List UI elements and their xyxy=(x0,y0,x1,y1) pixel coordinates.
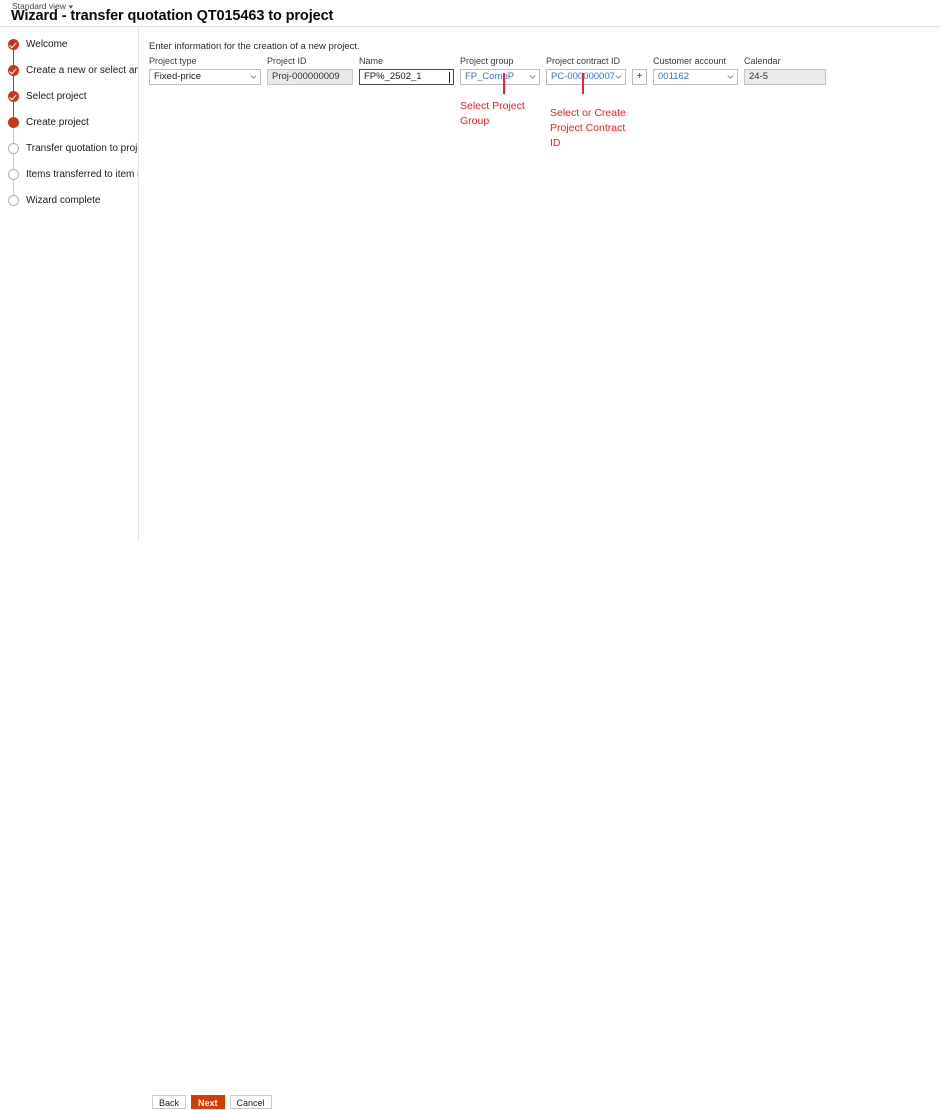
field-label-customer-account: Customer account xyxy=(653,56,727,66)
plus-icon[interactable]: + xyxy=(632,68,647,85)
form-fields-row: Project type Fixed-price Project ID Proj-00… xyxy=(149,56,832,85)
wizard-step-welcome[interactable]: Welcome xyxy=(0,38,138,65)
step-connector xyxy=(12,102,14,117)
step-marker xyxy=(0,38,26,65)
field-project-group: Project group FP_CompP xyxy=(460,56,540,85)
app-header: Standard view ▾ Wizard - transfer quotati… xyxy=(0,0,940,27)
annotation-project-contract: Select or Create Project Contract ID xyxy=(550,107,626,149)
wizard-step-select-project[interactable]: Select project xyxy=(0,90,138,117)
input-value-project-id: Proj-000000009 xyxy=(272,70,340,82)
step-connector xyxy=(12,154,14,169)
content-area: Welcome Create a new or select an exi... S… xyxy=(0,27,940,542)
input-calendar[interactable]: 24-5 xyxy=(744,68,826,85)
input-value-project-type: Fixed-price xyxy=(154,70,201,82)
cancel-button[interactable]: Cancel xyxy=(229,1095,272,1109)
step-pending-icon xyxy=(7,169,19,180)
annotation-pointer-project-group xyxy=(503,73,505,94)
field-project-name: Name FP%_2502_1 xyxy=(359,56,454,85)
step-marker xyxy=(0,168,26,195)
footer: Back Next Cancel xyxy=(0,542,940,1109)
step-marker xyxy=(0,194,26,206)
wizard-step-items-transferred-to-item-req[interactable]: Items transferred to item req... xyxy=(0,168,138,195)
step-label: Create a new or select an exi... xyxy=(26,65,138,76)
step-complete-icon xyxy=(7,65,19,76)
step-pending-icon xyxy=(7,143,19,154)
back-button[interactable]: Back xyxy=(152,1095,187,1109)
field-label-calendar: Calendar xyxy=(744,56,781,66)
form-pane: Enter information for the creation of a … xyxy=(139,27,940,542)
input-value-project-name: FP%_2502_1 xyxy=(364,70,422,82)
wizard-step-transfer-quotation-to-project[interactable]: Transfer quotation to project ... xyxy=(0,142,138,169)
field-calendar: Calendar 24-5 xyxy=(744,56,826,85)
field-project-type: Project type Fixed-price xyxy=(149,56,261,85)
annotation-project-group: Select Project Group xyxy=(460,100,525,127)
input-customer-account[interactable]: 001162 xyxy=(653,68,738,85)
field-customer-account: Customer account 001162 xyxy=(653,56,738,85)
input-project-type[interactable]: Fixed-price xyxy=(149,68,261,85)
input-value-project-contract-id: PC-000000007 xyxy=(547,70,615,84)
step-label: Items transferred to item req... xyxy=(26,169,138,180)
chevron-down-icon[interactable] xyxy=(727,73,734,80)
step-current-icon xyxy=(7,117,19,128)
step-pending-icon xyxy=(7,195,19,206)
field-label-project-name: Name xyxy=(359,56,384,66)
step-label: Create project xyxy=(26,117,89,128)
annotation-pointer-project-contract xyxy=(582,73,584,94)
wizard-step-create-a-new-or-select-an-exi[interactable]: Create a new or select an exi... xyxy=(0,64,138,91)
next-button[interactable]: Next xyxy=(191,1095,225,1109)
page-title: Wizard - transfer quotation QT015463 to … xyxy=(11,8,334,24)
step-complete-icon xyxy=(7,39,19,50)
text-cursor xyxy=(449,71,450,83)
chevron-down-icon[interactable] xyxy=(615,73,622,80)
step-connector xyxy=(12,76,14,91)
step-label: Select project xyxy=(26,91,87,102)
wizard-step-create-project[interactable]: Create project xyxy=(0,116,138,143)
input-project-contract-id[interactable]: PC-000000007 xyxy=(546,68,626,85)
wizard-step-wizard-complete[interactable]: Wizard complete xyxy=(0,194,138,220)
step-marker xyxy=(0,90,26,117)
step-connector xyxy=(12,50,14,65)
field-project-id: Project ID Proj-000000009 xyxy=(267,56,353,85)
field-project-contract-id: Project contract ID PC-000000007 xyxy=(546,56,626,85)
step-connector xyxy=(12,128,14,143)
add-contract-wrap: + xyxy=(632,68,653,85)
input-value-calendar: 24-5 xyxy=(749,70,769,82)
input-project-group[interactable]: FP_CompP xyxy=(460,68,540,85)
step-label: Wizard complete xyxy=(26,195,101,206)
field-label-project-id: Project ID xyxy=(267,56,307,66)
form-instruction: Enter information for the creation of a … xyxy=(149,41,360,52)
field-label-project-contract-id: Project contract ID xyxy=(546,56,621,66)
input-project-id[interactable]: Proj-000000009 xyxy=(267,68,353,85)
chevron-down-icon[interactable] xyxy=(250,73,257,80)
footer-buttons: Back Next Cancel xyxy=(152,1095,272,1109)
wizard-step-list: Welcome Create a new or select an exi... S… xyxy=(0,27,138,220)
field-label-project-group: Project group xyxy=(460,56,514,66)
step-marker xyxy=(0,142,26,169)
step-label: Transfer quotation to project ... xyxy=(26,143,138,154)
step-marker xyxy=(0,116,26,143)
input-project-name[interactable]: FP%_2502_1 xyxy=(359,68,454,85)
field-label-project-type: Project type xyxy=(149,56,197,66)
step-marker xyxy=(0,64,26,91)
step-complete-icon xyxy=(7,91,19,102)
chevron-down-icon[interactable] xyxy=(529,73,536,80)
step-connector xyxy=(12,180,14,195)
step-label: Welcome xyxy=(26,39,68,50)
input-value-project-group: FP_CompP xyxy=(465,70,515,82)
input-value-customer-account: 001162 xyxy=(658,70,689,82)
